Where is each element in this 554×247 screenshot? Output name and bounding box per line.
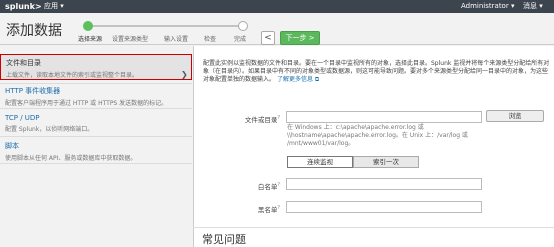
source-desc: 配置 Splunk，以侦听网络端口。 [5, 126, 94, 133]
back-button[interactable]: < [261, 31, 275, 45]
faq-title: 常见问题 [202, 233, 246, 246]
app-menu[interactable]: 应用 ▾ [44, 0, 64, 13]
top-bar: splunk> 应用 ▾ Administrator ▾ 消息 ▾ [0, 0, 554, 13]
help-icon[interactable]: ? [277, 205, 280, 211]
next-button[interactable]: 下一步 > [280, 31, 320, 45]
divider [0, 83, 192, 84]
file-or-directory-input[interactable] [286, 111, 482, 123]
source-title: HTTP 事件收集器 [5, 87, 61, 95]
intro-text: 配置此实例以监视数据的文件和目录。要在一个目录中监视所有的对象，选择此目录。Sp… [203, 60, 551, 84]
user-menu[interactable]: Administrator ▾ [461, 0, 514, 13]
source-list: 文件和目录 上载文件，读取本地文件的索引或监视整个目录。 ❯ HTTP 事件收集… [0, 46, 192, 247]
step-label-input-settings: 输入设置 [164, 36, 189, 43]
blacklist-input[interactable] [286, 201, 482, 213]
divider [193, 227, 554, 228]
whitelist-label: 白名单? [257, 181, 280, 191]
source-item-http-event-collector[interactable]: HTTP 事件收集器 配置客户端程序用于通过 HTTP 或 HTTPS 发送数据… [0, 86, 192, 107]
path-hint: 在 Windows 上：c:\apache\apache.error.log 或… [287, 124, 468, 147]
divider [0, 136, 192, 137]
learn-more-link[interactable]: 了解更多信息 ⧉ [277, 76, 319, 83]
help-icon[interactable]: ? [277, 182, 280, 188]
whitelist-input[interactable] [286, 178, 482, 190]
browse-button[interactable]: 浏览 [486, 110, 544, 122]
page-title: 添加数据 [6, 23, 62, 39]
divider [0, 108, 192, 109]
source-item-tcp-udp[interactable]: TCP / UDP 配置 Splunk，以侦听网络端口。 [0, 114, 192, 133]
page-header: 添加数据 选择来源 设置来源类型 输入设置 检查 完成 < 下一步 > [0, 13, 554, 45]
source-title: TCP / UDP [5, 114, 40, 122]
splunk-logo[interactable]: splunk> [5, 0, 42, 13]
help-icon[interactable]: ? [277, 115, 280, 121]
messages-menu[interactable]: 消息 ▾ [523, 0, 543, 13]
source-title: 脚本 [5, 142, 19, 150]
step-label-source-type: 设置来源类型 [112, 36, 149, 43]
step-dot-select-source [83, 21, 93, 31]
source-item-scripts[interactable]: 脚本 使用脚本从任何 API、服务或数据库中获取数据。 [0, 141, 192, 162]
source-item-files-directories[interactable]: 文件和目录 上载文件，读取本地文件的索引或监视整个目录。 ❯ [0, 54, 192, 80]
wizard-steps: 选择来源 设置来源类型 输入设置 检查 完成 [78, 21, 248, 45]
step-dot-done [238, 21, 248, 31]
divider [0, 163, 192, 164]
file-or-directory-label: 文件或目录? [244, 114, 280, 124]
continuous-monitor-toggle[interactable]: 连续监视 [287, 156, 353, 168]
chevron-right-icon: ❯ [181, 70, 188, 79]
source-desc: 配置客户端程序用于通过 HTTP 或 HTTPS 发送数据的标记。 [5, 100, 168, 107]
source-title: 文件和目录 [6, 59, 41, 67]
step-label-review: 检查 [204, 36, 217, 43]
step-label-done: 完成 [234, 36, 247, 43]
step-label-select-source: 选择来源 [78, 36, 103, 43]
index-once-toggle[interactable]: 索引一次 [353, 156, 419, 168]
intro-body: 配置此实例以监视数据的文件和目录。要在一个目录中监视所有的对象，选择此目录。Sp… [203, 60, 550, 83]
source-desc: 使用脚本从任何 API、服务或数据库中获取数据。 [5, 155, 137, 162]
steps-track [88, 25, 244, 27]
source-desc: 上载文件，读取本地文件的索引或监视整个目录。 [6, 72, 139, 79]
blacklist-label: 黑名单? [257, 204, 280, 214]
